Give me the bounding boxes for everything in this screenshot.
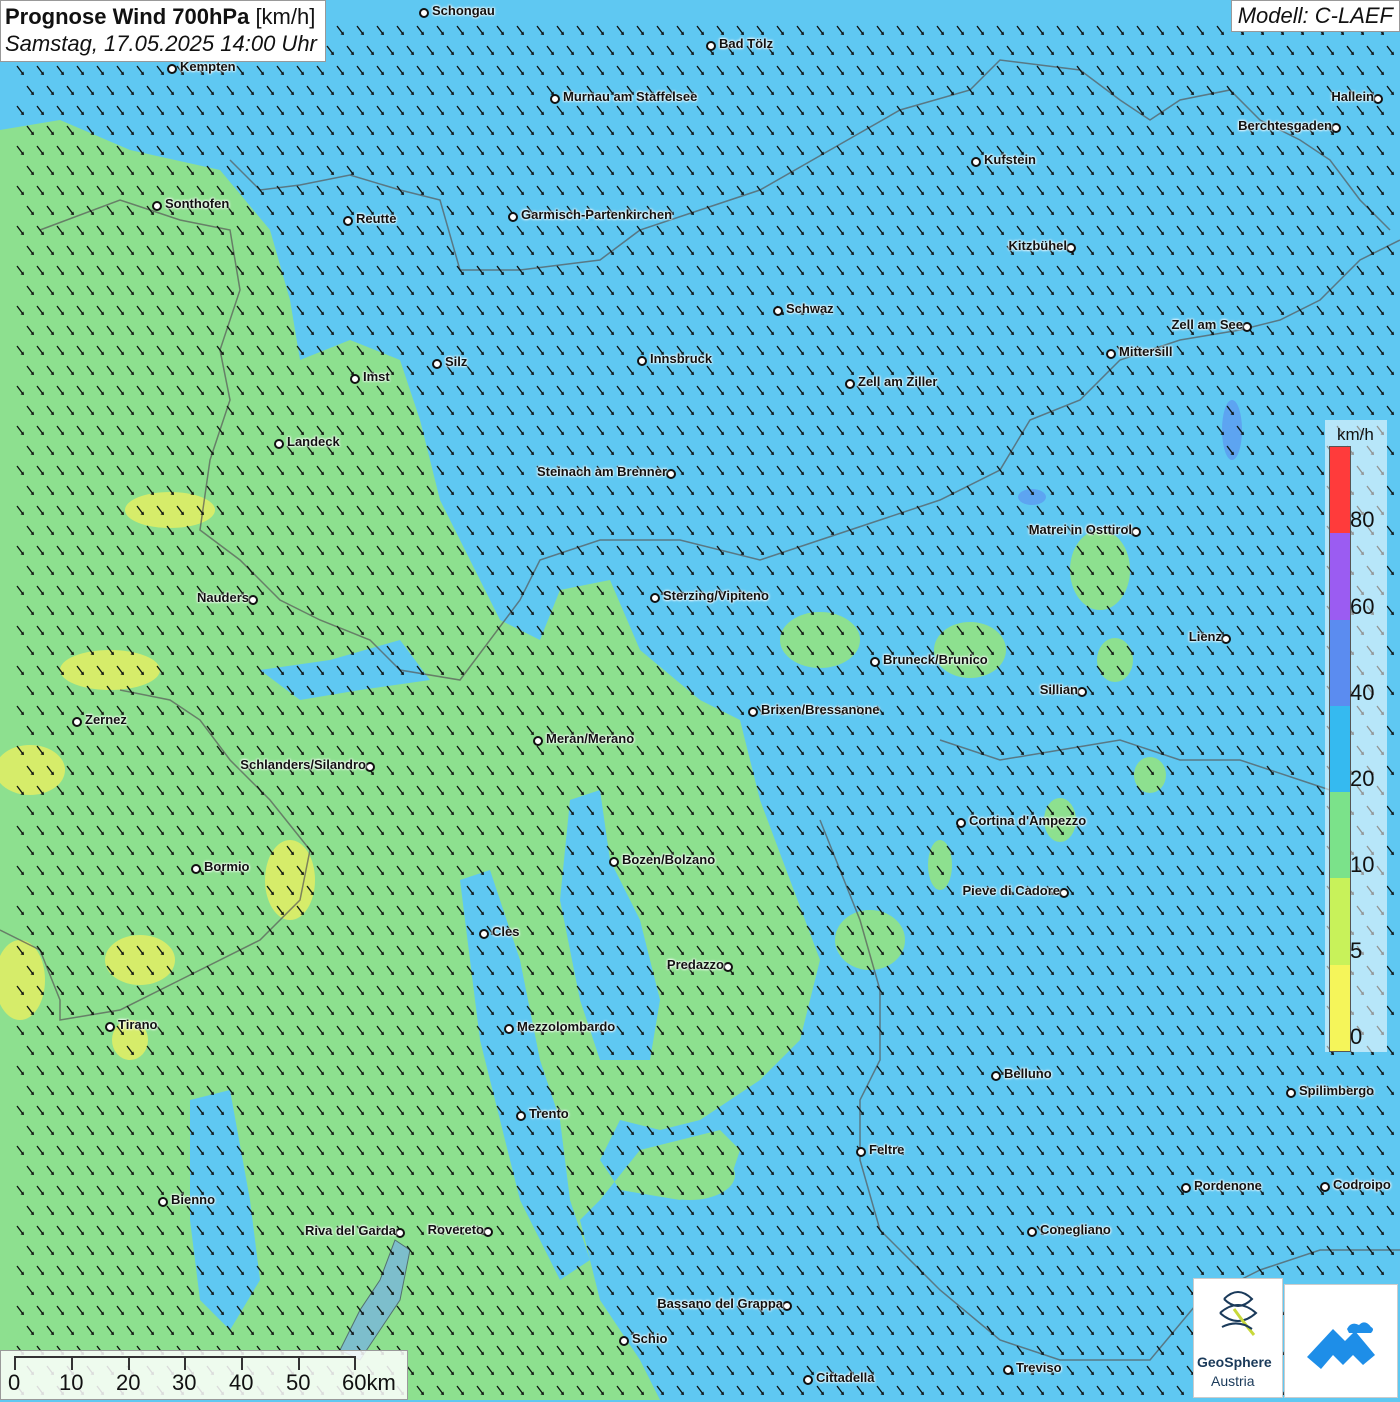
very-low-patch bbox=[60, 650, 160, 690]
very-low-patch bbox=[265, 840, 315, 920]
stronger-wind-patch bbox=[1018, 489, 1046, 505]
stronger-wind-patch bbox=[1222, 400, 1242, 460]
very-low-patch bbox=[105, 935, 175, 985]
green-patch bbox=[780, 612, 860, 668]
green-patch bbox=[835, 910, 905, 970]
green-patch bbox=[1070, 530, 1130, 610]
green-patch bbox=[1097, 638, 1133, 682]
